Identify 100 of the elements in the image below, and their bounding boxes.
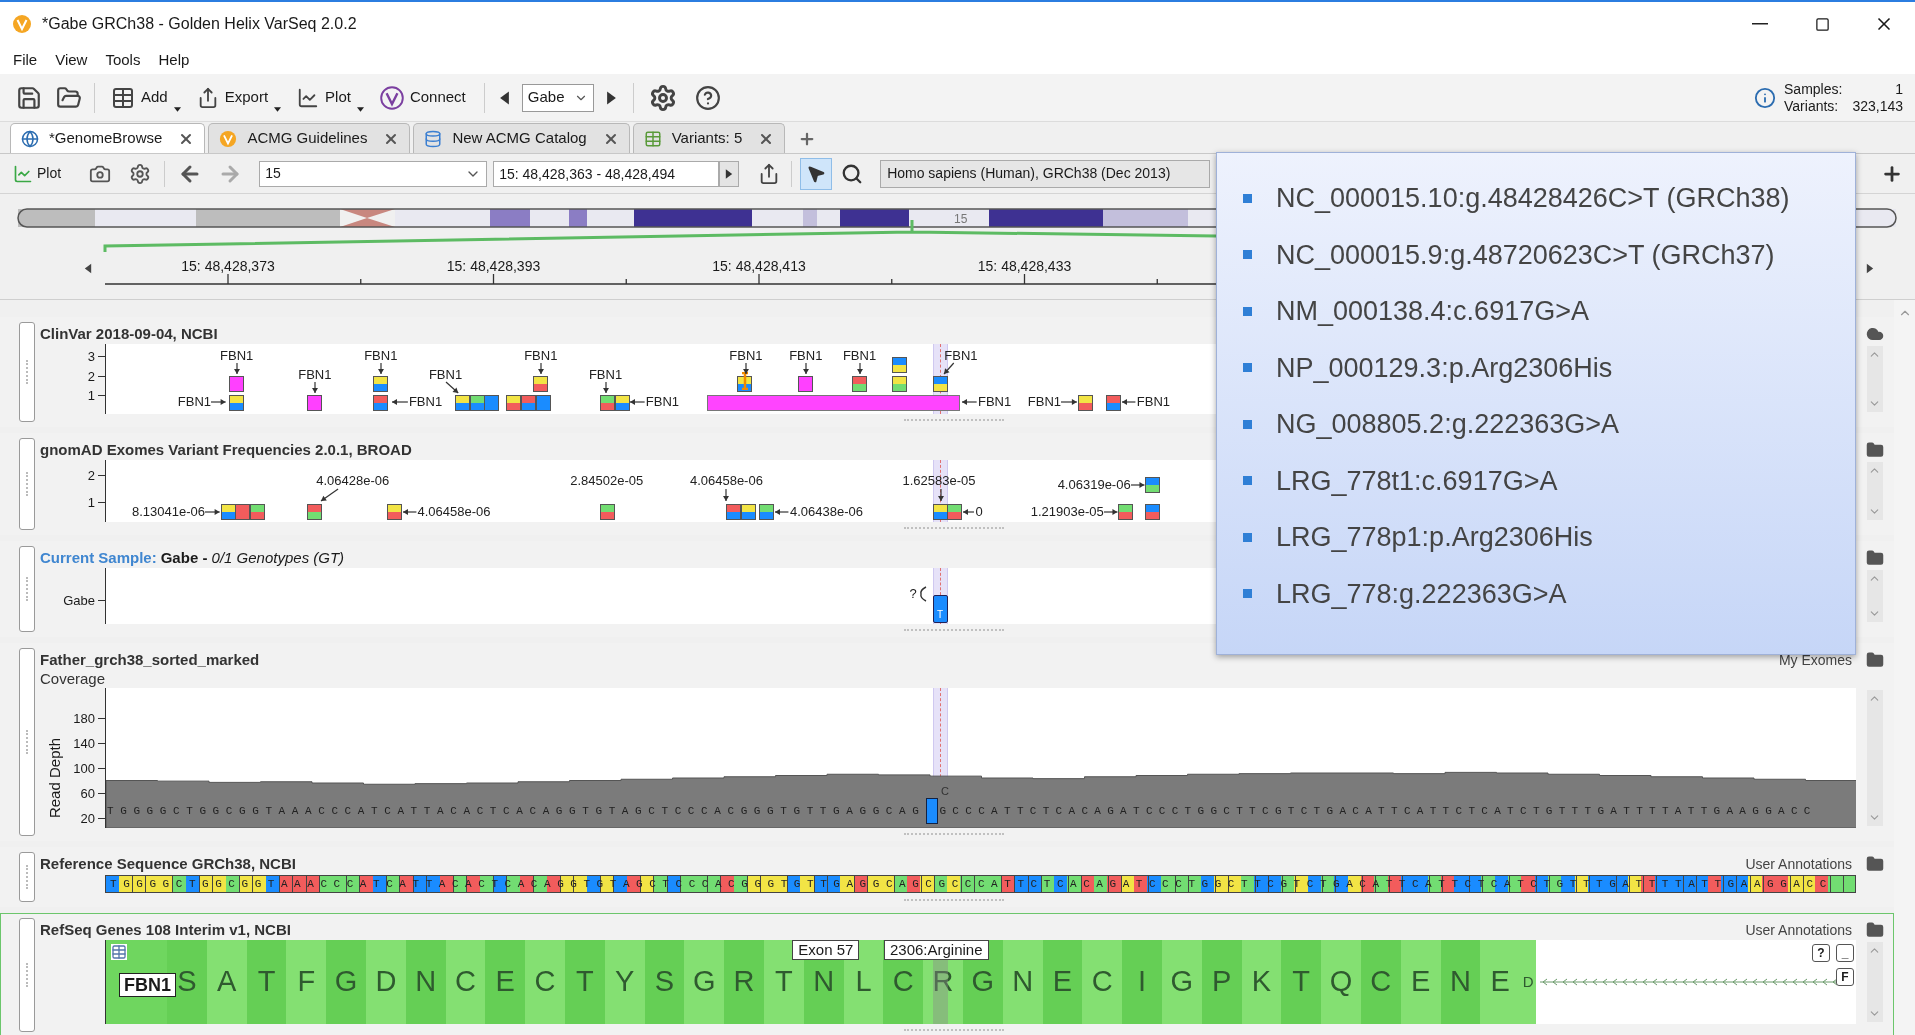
- track-handle[interactable]: [19, 322, 35, 422]
- folder-icon[interactable]: [1865, 441, 1884, 459]
- track-handle[interactable]: [19, 546, 35, 632]
- variant-bar: [926, 798, 939, 824]
- track-handle[interactable]: [19, 648, 35, 836]
- sample-dropdown[interactable]: Gabe: [521, 83, 594, 112]
- variant-block: [600, 395, 616, 411]
- coverage-sequence: GCCCATTCTCACAGATCCCTGGCTTCGTCTGACATTCATTCTCATCTGTTTGATTTTATTGAAGGACC: [939, 804, 1817, 818]
- coverage-sequence: TGGGGCTGGCGGTAAACCCATCATTACACTCACAGGTGTAGCTCCCACGGGTGTTGAGGCAG: [107, 804, 926, 818]
- add-button[interactable]: Add: [103, 79, 189, 116]
- plot-button[interactable]: Plot: [10, 158, 65, 189]
- track-label: FBN1: [729, 348, 763, 363]
- variant-block: [852, 376, 868, 392]
- track-title: gnomAD Exomes Variant Frequencies 2.0.1, BROAD: [40, 439, 412, 460]
- tab[interactable]: New ACMG Catalog: [413, 123, 630, 153]
- track-label: 2.84502e-05: [570, 473, 644, 488]
- variant-block: [229, 395, 245, 411]
- track-control-button[interactable]: ?: [1812, 944, 1830, 962]
- settings-icon: [129, 162, 152, 185]
- track-control-button[interactable]: F: [1836, 968, 1854, 986]
- range-field[interactable]: 15: 48,428,363 - 48,428,494: [493, 160, 720, 187]
- chromosome-dropdown[interactable]: 15: [259, 160, 488, 187]
- axis-tick-label: 140: [73, 735, 95, 751]
- track-handle[interactable]: [19, 438, 35, 530]
- pointer-tool[interactable]: [800, 157, 833, 190]
- variant-notation: LRG_778t1:c.6917G>A: [1276, 464, 1558, 498]
- track-label: FBN1: [944, 348, 978, 363]
- track-label: FBN1: [428, 367, 463, 382]
- go-button[interactable]: [719, 160, 740, 187]
- folder-icon[interactable]: [1865, 921, 1884, 939]
- database-icon: [424, 129, 443, 148]
- track-title: Father_grch38_sorted_marked: [40, 649, 260, 670]
- track-label: FBN1: [524, 348, 558, 363]
- band-label: 15: [954, 211, 968, 228]
- menu-item[interactable]: Help: [149, 48, 199, 72]
- amino-acid-cell: E: [1400, 940, 1441, 1024]
- track-label: 4.06438e-06: [789, 504, 863, 519]
- amino-acid-cell: T: [564, 940, 605, 1024]
- tab[interactable]: *GenomeBrowse: [10, 123, 206, 153]
- connect-button[interactable]: Connect: [371, 79, 474, 116]
- menu-item[interactable]: View: [46, 48, 97, 72]
- settings-icon: [648, 83, 677, 112]
- track-scrollbar[interactable]: [1866, 942, 1883, 1022]
- track-subtitle: Coverage: [40, 668, 106, 689]
- track-label: FBN1: [1027, 394, 1062, 409]
- stat-label: Variants:: [1784, 97, 1840, 115]
- amino-acid-cell: G: [326, 940, 366, 1024]
- variant-block: [892, 357, 908, 373]
- amino-acid-cell: G: [1161, 940, 1202, 1024]
- folder-icon[interactable]: [1865, 855, 1884, 873]
- amino-acid-cell: Q: [1321, 940, 1361, 1024]
- cloud-icon[interactable]: [1865, 325, 1884, 343]
- scroll-right-button[interactable]: [1866, 262, 1874, 275]
- variant-block: [740, 504, 756, 520]
- track-scrollbar[interactable]: [1866, 346, 1883, 412]
- menu-item[interactable]: File: [4, 48, 47, 72]
- track-scrollbar[interactable]: [1866, 462, 1883, 520]
- caret-icon: [356, 106, 364, 112]
- bullet-icon: [1243, 193, 1252, 203]
- unknown-genotype-mark: ?: [909, 585, 917, 603]
- variant-block: [386, 504, 402, 520]
- export-button[interactable]: Export: [188, 79, 290, 116]
- track-handle[interactable]: [19, 852, 35, 902]
- amino-acid-cell: Y: [604, 940, 645, 1024]
- variant-block: [798, 376, 814, 392]
- variant-notation: LRG_778:g.222363G>A: [1276, 577, 1567, 611]
- folder-icon[interactable]: [1865, 549, 1884, 567]
- variant-block: [506, 395, 522, 411]
- amino-acid-cell: T: [246, 940, 287, 1024]
- track-title: Reference Sequence GRCh38, NCBI: [40, 853, 296, 874]
- variant-base: C: [941, 785, 949, 797]
- page-scrollbar[interactable]: [1894, 300, 1915, 1035]
- bullet-icon: [1243, 363, 1252, 373]
- tab[interactable]: ACMG Guidelines: [208, 123, 411, 153]
- scroll-left-button[interactable]: [84, 262, 92, 275]
- track-scrollbar[interactable]: [1866, 570, 1883, 622]
- left-arrow-icon: [84, 262, 92, 275]
- variant-block: [1118, 504, 1134, 520]
- track-handle[interactable]: [19, 918, 35, 1032]
- menu-item[interactable]: Tools: [96, 48, 150, 72]
- track-label: FBN1: [220, 348, 254, 363]
- reference-sequence: TGGGGCTGGCGGTAAACCCATCATTACACTCACAGGTGTAGCTCCCACGGGTGTTGAGGCAGCGCCCATTCTCACAGATCCCTGGCTTCGTCTGACATTCATTCTCATCTGTTTGATTTTATTGAAGGACC: [105, 875, 1856, 893]
- tab[interactable]: Variants: 5: [632, 123, 786, 153]
- caret-icon: [274, 106, 282, 112]
- variant-block: [249, 504, 265, 520]
- bullet-icon: [1243, 419, 1252, 429]
- plot-button[interactable]: Plot: [289, 79, 372, 116]
- track-scrollbar[interactable]: [1866, 690, 1883, 826]
- track-control-button[interactable]: _: [1836, 944, 1854, 962]
- folder-icon[interactable]: [1865, 651, 1884, 669]
- play-icon: [725, 167, 734, 180]
- axis-tick-label: 20: [80, 810, 95, 826]
- genome-dropdown[interactable]: Homo sapiens (Human), GRCh38 (Dec 2013): [880, 159, 1211, 188]
- maximize-icon: [1814, 16, 1830, 32]
- info-icon[interactable]: [1754, 86, 1777, 109]
- amino-acid-cell: N: [1440, 940, 1481, 1024]
- table-icon[interactable]: [111, 944, 127, 960]
- track-label: FBN1: [408, 394, 443, 409]
- track-label: FBN1: [364, 348, 398, 363]
- variant-block: [373, 376, 389, 392]
